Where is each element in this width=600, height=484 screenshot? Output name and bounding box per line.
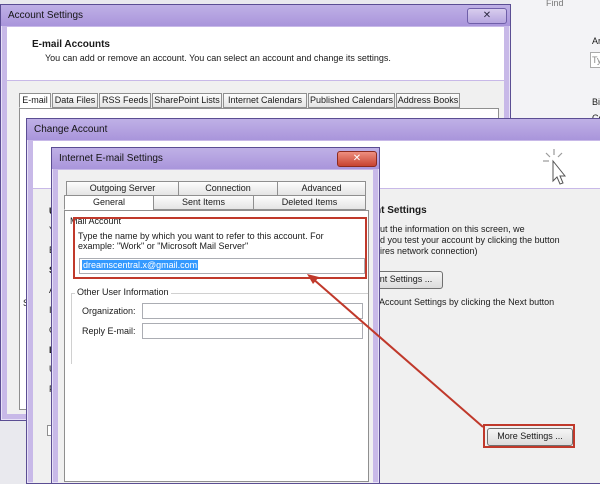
test-settings-title: nt Settings [375, 205, 427, 216]
test-info-line-1: ut the information on this screen, we [380, 224, 525, 234]
internet-email-titlebar: Internet E-mail Settings ✕ [52, 148, 379, 169]
tab-internet-calendars[interactable]: Internet Calendars [223, 93, 307, 108]
test-info-line-3: ires network connection) [380, 246, 478, 256]
next-button-info: Account Settings by clicking the Next bu… [379, 297, 555, 307]
tab-connection[interactable]: Connection [178, 181, 278, 196]
account-settings-title: Account Settings [8, 10, 84, 21]
cursor-click-icon [539, 147, 569, 187]
reply-email-input[interactable] [142, 323, 363, 339]
more-settings-highlight [483, 424, 575, 448]
mail-account-highlight [73, 217, 367, 279]
fragment-ar: Ar [592, 36, 600, 46]
tab-advanced[interactable]: Advanced [277, 181, 366, 196]
change-account-title: Change Account [34, 124, 108, 135]
tab-deleted-items[interactable]: Deleted Items [253, 195, 366, 210]
close-icon: ✕ [482, 10, 492, 21]
internet-email-settings-dialog: Internet E-mail Settings ✕ Outgoing Serv… [51, 147, 380, 484]
close-icon: ✕ [352, 153, 362, 164]
tab-data-files[interactable]: Data Files [52, 93, 98, 108]
tab-general[interactable]: General [64, 195, 154, 210]
test-info-line-2: d you test your account by clicking the … [380, 235, 560, 245]
email-accounts-description: You can add or remove an account. You ca… [45, 53, 391, 63]
tab-address-books[interactable]: Address Books [396, 93, 460, 108]
organization-input[interactable] [142, 303, 363, 319]
tab-published-calendars[interactable]: Published Calendars [308, 93, 395, 108]
type-box: Ty [590, 52, 600, 68]
tab-sharepoint-lists[interactable]: SharePoint Lists [152, 93, 222, 108]
internet-email-body: Outgoing Server Connection Advanced Gene… [58, 170, 373, 483]
general-tab-content: Mail Account Type the name by which you … [64, 210, 369, 482]
account-settings-titlebar: Account Settings ✕ [1, 5, 510, 26]
organization-label: Organization: [82, 306, 136, 316]
change-account-titlebar: Change Account [27, 119, 600, 140]
other-user-label: Other User Information [75, 287, 171, 297]
account-settings-header: E-mail Accounts You can add or remove an… [7, 27, 504, 80]
internet-email-title: Internet E-mail Settings [59, 153, 163, 164]
tab-outgoing-server[interactable]: Outgoing Server [66, 181, 179, 196]
tab-sent-items[interactable]: Sent Items [153, 195, 254, 210]
tab-rss-feeds[interactable]: RSS Feeds [99, 93, 151, 108]
email-accounts-heading: E-mail Accounts [32, 39, 110, 50]
account-settings-close-button[interactable]: ✕ [467, 8, 507, 24]
internet-email-close-button[interactable]: ✕ [337, 151, 377, 167]
tab-email[interactable]: E-mail [19, 93, 51, 108]
reply-email-label: Reply E-mail: [82, 326, 136, 336]
test-account-settings-button[interactable]: nt Settings ... [369, 271, 443, 289]
find-label: Find [546, 0, 564, 8]
fragment-bi: Bi [592, 97, 600, 107]
